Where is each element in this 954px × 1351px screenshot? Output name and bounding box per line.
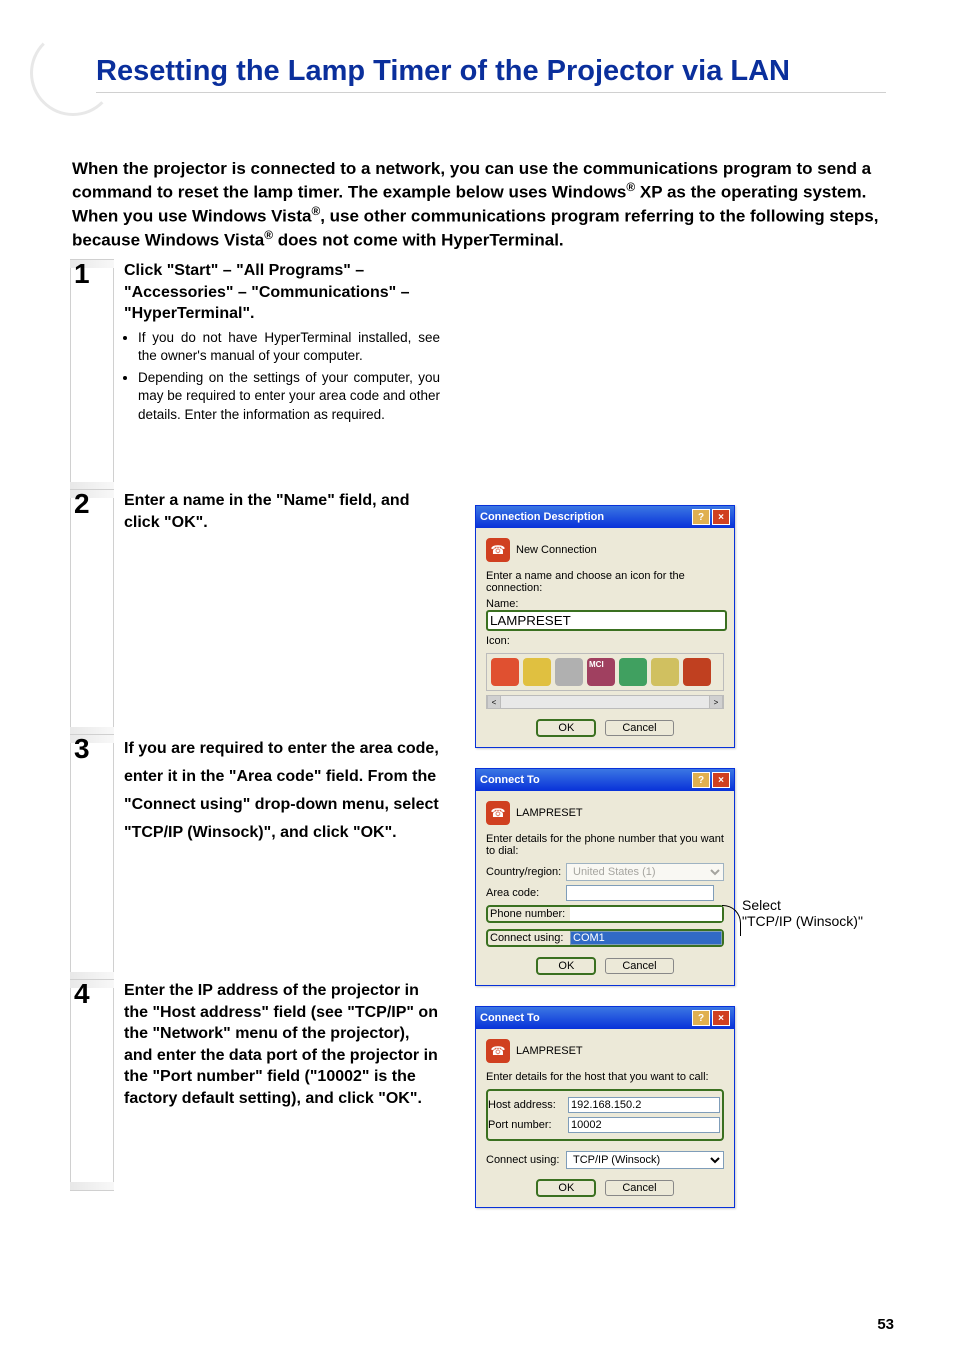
icon-label: Icon:: [486, 635, 724, 647]
ok-button[interactable]: OK: [536, 957, 596, 975]
intro-paragraph: When the projector is connected to a net…: [72, 158, 892, 251]
registered-mark: ®: [311, 204, 320, 218]
step-gutter: [70, 980, 114, 1190]
name-label: Name:: [486, 598, 724, 610]
dialog-title-text: Connect To: [480, 774, 540, 786]
dialog-header-text: New Connection: [516, 544, 597, 556]
connection-icon[interactable]: [587, 658, 615, 686]
connect-using-label: Connect using:: [488, 932, 570, 944]
step-gutter: [70, 260, 114, 490]
port-number-input[interactable]: [568, 1117, 720, 1133]
phone-number-input[interactable]: [570, 907, 722, 921]
step-2: 2 Enter a name in the "Name" field, and …: [70, 490, 440, 735]
close-icon[interactable]: ×: [712, 772, 730, 788]
host-address-input[interactable]: [568, 1097, 720, 1113]
registered-mark: ®: [264, 228, 273, 242]
area-code-label: Area code:: [486, 887, 566, 899]
dialog-header-text: LAMPRESET: [516, 1045, 583, 1057]
connection-icon[interactable]: [651, 658, 679, 686]
step-number: 3: [74, 733, 90, 765]
close-icon[interactable]: ×: [712, 1010, 730, 1026]
area-code-input[interactable]: [566, 885, 714, 901]
dialog-prompt: Enter a name and choose an icon for the …: [486, 570, 724, 594]
cancel-button[interactable]: Cancel: [605, 958, 673, 974]
dialog-titlebar: Connection Description ? ×: [476, 506, 734, 528]
dialog-titlebar: Connect To ? ×: [476, 1007, 734, 1029]
help-icon[interactable]: ?: [692, 772, 710, 788]
connect-to-phone-dialog: Connect To ? × ☎ LAMPRESET Enter details…: [475, 768, 735, 986]
step-number: 2: [74, 488, 90, 520]
dialog-header-text: LAMPRESET: [516, 807, 583, 819]
connection-description-dialog: Connection Description ? × ☎ New Connect…: [475, 505, 735, 748]
connect-using-select[interactable]: TCP/IP (Winsock): [566, 1151, 724, 1169]
phone-icon: ☎: [486, 801, 510, 825]
ok-button[interactable]: OK: [536, 1179, 596, 1197]
host-address-label: Host address:: [488, 1099, 568, 1111]
country-select[interactable]: United States (1): [566, 863, 724, 881]
connection-icon[interactable]: [555, 658, 583, 686]
connection-icon[interactable]: [683, 658, 711, 686]
dialog-prompt: Enter details for the phone number that …: [486, 833, 724, 857]
registered-mark: ®: [626, 180, 635, 194]
close-icon[interactable]: ×: [712, 509, 730, 525]
step-instruction: Enter a name in the "Name" field, and cl…: [124, 492, 409, 531]
phone-number-label: Phone number:: [488, 908, 570, 920]
cancel-button[interactable]: Cancel: [605, 1180, 673, 1196]
connection-icon[interactable]: [491, 658, 519, 686]
step-1: 1 Click "Start" – "All Programs" – "Acce…: [70, 260, 440, 490]
annotation-line2: "TCP/IP (Winsock)": [742, 913, 863, 929]
connect-using-select[interactable]: COM1: [570, 931, 722, 945]
dialog-title-text: Connect To: [480, 1012, 540, 1024]
step-3: 3 If you are required to enter the area …: [70, 735, 440, 980]
step-gutter: [70, 490, 114, 735]
page-number: 53: [877, 1316, 894, 1333]
name-input[interactable]: [486, 610, 727, 631]
port-number-label: Port number:: [488, 1119, 568, 1131]
dialog-title-text: Connection Description: [480, 511, 604, 523]
annotation-callout: Select "TCP/IP (Winsock)": [742, 897, 863, 929]
page-title: Resetting the Lamp Timer of the Projecto…: [96, 55, 886, 93]
annotation-connector: [722, 905, 741, 936]
intro-text-4: does not come with HyperTerminal.: [273, 230, 564, 249]
step-gutter: [70, 735, 114, 980]
step-4: 4 Enter the IP address of the projector …: [70, 980, 440, 1190]
step-bullet: If you do not have HyperTerminal install…: [138, 329, 440, 365]
step-number: 1: [74, 258, 90, 290]
annotation-line1: Select: [742, 897, 863, 913]
step-number: 4: [74, 978, 90, 1010]
help-icon[interactable]: ?: [692, 509, 710, 525]
phone-icon: ☎: [486, 1039, 510, 1063]
connection-icon[interactable]: [523, 658, 551, 686]
step-bullet: Depending on the settings of your comput…: [138, 369, 440, 424]
connect-to-host-dialog: Connect To ? × ☎ LAMPRESET Enter details…: [475, 1006, 735, 1208]
country-label: Country/region:: [486, 866, 566, 878]
dialog-prompt: Enter details for the host that you want…: [486, 1071, 724, 1083]
step-instruction: If you are required to enter the area co…: [124, 740, 439, 841]
help-icon[interactable]: ?: [692, 1010, 710, 1026]
icon-scrollbar[interactable]: <>: [486, 695, 724, 709]
connect-using-value: COM1: [573, 932, 605, 944]
icon-picker[interactable]: [486, 653, 724, 691]
phone-icon: ☎: [486, 538, 510, 562]
ok-button[interactable]: OK: [536, 719, 596, 737]
connection-icon[interactable]: [619, 658, 647, 686]
step-instruction: Click "Start" – "All Programs" – "Access…: [124, 262, 410, 322]
connect-using-label: Connect using:: [486, 1154, 566, 1166]
cancel-button[interactable]: Cancel: [605, 720, 673, 736]
dialog-titlebar: Connect To ? ×: [476, 769, 734, 791]
step-instruction: Enter the IP address of the projector in…: [124, 982, 438, 1107]
